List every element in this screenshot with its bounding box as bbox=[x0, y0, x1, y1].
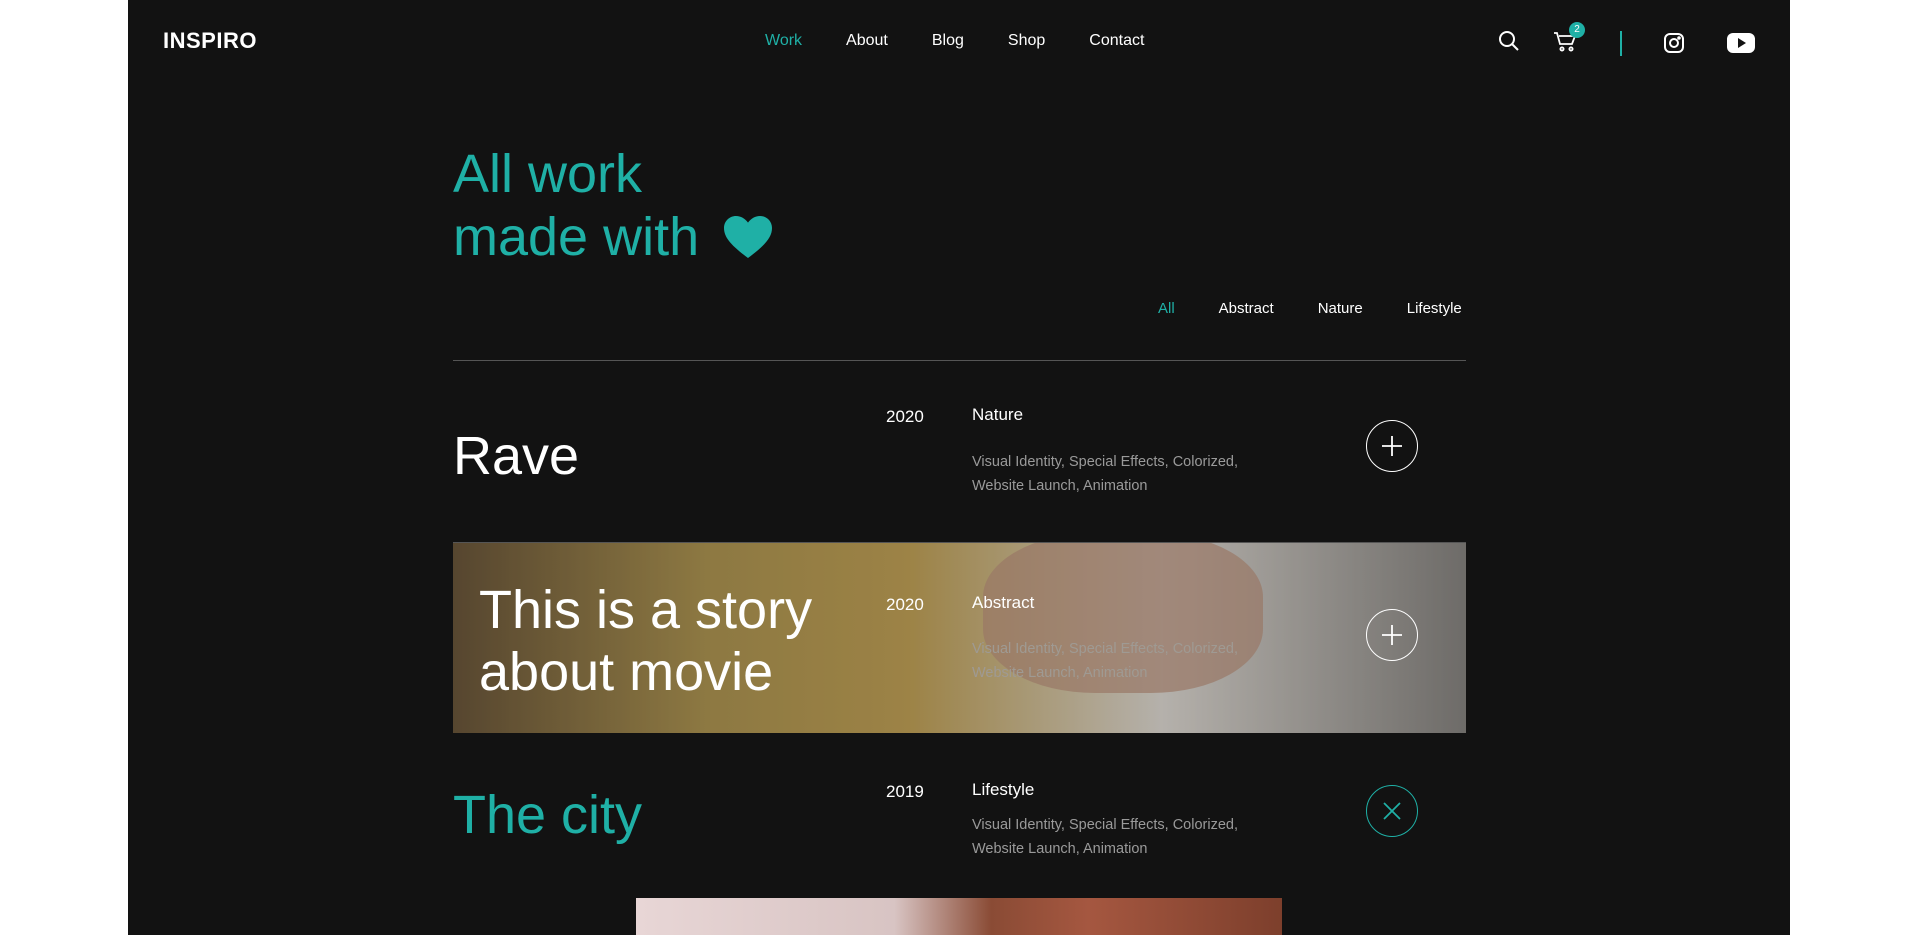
project-title[interactable]: Rave bbox=[453, 425, 579, 487]
project-row-rave[interactable]: Rave 2020 Nature Visual Identity, Specia… bbox=[453, 361, 1466, 541]
close-icon bbox=[1383, 802, 1401, 820]
project-row-city[interactable]: The city 2019 Lifestyle Visual Identity,… bbox=[453, 733, 1466, 898]
filter-all[interactable]: All bbox=[1158, 300, 1175, 317]
cart-count-badge: 2 bbox=[1569, 22, 1585, 38]
project-title[interactable]: The city bbox=[453, 784, 642, 846]
project-category: Nature bbox=[972, 405, 1024, 424]
plus-icon bbox=[1382, 436, 1402, 456]
expand-button[interactable] bbox=[1366, 609, 1418, 661]
project-year: 2019 bbox=[886, 782, 924, 801]
expand-button[interactable] bbox=[1366, 420, 1418, 472]
youtube-icon[interactable] bbox=[1727, 32, 1755, 59]
project-category: Lifestyle bbox=[972, 780, 1035, 799]
project-tags: Visual Identity, Special Effects, Colori… bbox=[972, 641, 1238, 681]
filter-lifestyle[interactable]: Lifestyle bbox=[1407, 300, 1462, 317]
nav-shop[interactable]: Shop bbox=[1008, 32, 1045, 50]
instagram-icon[interactable] bbox=[1663, 32, 1685, 59]
nav-contact[interactable]: Contact bbox=[1089, 32, 1144, 50]
project-tags: Visual Identity, Special Effects, Colori… bbox=[972, 454, 1238, 494]
hero-heading: All work made with bbox=[453, 143, 773, 272]
project-title[interactable]: This is a story about movie bbox=[479, 579, 879, 703]
hero-line-2: made with bbox=[453, 207, 700, 267]
heart-icon bbox=[724, 209, 773, 272]
nav-about[interactable]: About bbox=[846, 32, 888, 50]
hero-line-1: All work bbox=[453, 144, 643, 204]
filter-nature[interactable]: Nature bbox=[1318, 300, 1363, 317]
project-year: 2020 bbox=[886, 595, 924, 614]
nav-work[interactable]: Work bbox=[765, 32, 802, 50]
plus-icon bbox=[1382, 625, 1402, 645]
project-row-movie[interactable]: This is a story about movie 2020 Abstrac… bbox=[453, 543, 1466, 733]
nav-blog[interactable]: Blog bbox=[932, 32, 964, 50]
hero-line-2-wrap: made with bbox=[453, 206, 773, 272]
project-category: Abstract bbox=[972, 593, 1035, 612]
main-nav: Work About Blog Shop Contact bbox=[765, 32, 1188, 50]
search-icon[interactable] bbox=[1498, 30, 1520, 57]
city-preview-image bbox=[636, 898, 1282, 935]
filter-abstract[interactable]: Abstract bbox=[1219, 300, 1274, 317]
category-filters: All Abstract Nature Lifestyle bbox=[1158, 300, 1462, 317]
project-tags: Visual Identity, Special Effects, Colori… bbox=[972, 817, 1238, 857]
page-frame: INSPIRO Work About Blog Shop Contact 2 A… bbox=[128, 0, 1790, 935]
header-divider bbox=[1620, 31, 1622, 56]
project-year: 2020 bbox=[886, 407, 924, 426]
site-logo[interactable]: INSPIRO bbox=[163, 28, 257, 54]
close-button[interactable] bbox=[1366, 785, 1418, 837]
